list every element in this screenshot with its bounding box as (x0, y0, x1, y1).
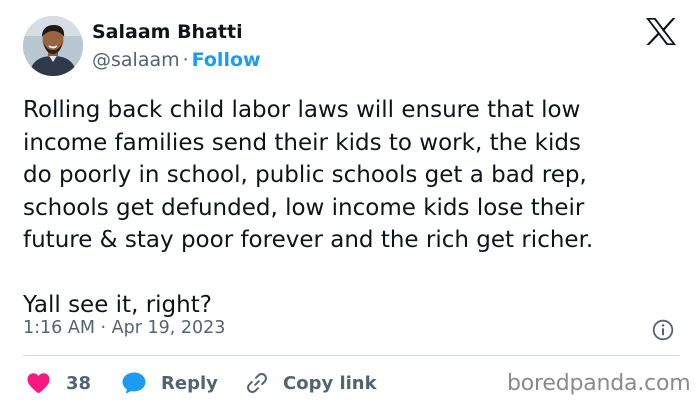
tweet-text-line: future & stay poor forever and the rich … (23, 227, 594, 253)
tweet-card: Salaam Bhatti @salaam · Follow Rolling bac… (0, 0, 700, 410)
watermark: boredpanda.com (507, 371, 691, 396)
like-count: 38 (66, 372, 92, 394)
x-logo-icon[interactable] (645, 17, 677, 46)
handle-separator: · (182, 49, 189, 71)
tweet-text-line: schools get defunded, low income kids lo… (23, 194, 585, 221)
like-button[interactable]: 38 (26, 369, 91, 397)
divider (23, 355, 680, 356)
tweet-text-line: income families send their kids to work,… (23, 129, 581, 156)
heart-icon (26, 372, 51, 394)
copy-link-button[interactable]: Copy link (245, 369, 377, 397)
tweet-text-closing-line: Yall see it, right? (23, 292, 212, 318)
author-handle-row: @salaam · Follow (92, 49, 261, 71)
reply-label: Reply (161, 372, 218, 394)
reply-button[interactable]: Reply (121, 369, 218, 397)
tweet-text-line: Rolling back child labor laws will ensur… (23, 97, 581, 123)
author-name[interactable]: Salaam Bhatti (92, 21, 243, 43)
speech-bubble-icon (121, 371, 147, 395)
tweet-text-line: do poorly in school, public schools get … (23, 162, 587, 188)
follow-button[interactable]: Follow (192, 49, 261, 71)
tweet-text: Rolling back child labor laws will ensur… (23, 94, 683, 322)
copy-link-label: Copy link (283, 372, 377, 394)
author-handle[interactable]: @salaam (92, 49, 180, 71)
avatar[interactable] (23, 16, 83, 76)
link-icon (245, 371, 269, 395)
tweet-timestamp[interactable]: 1:16 AM · Apr 19, 2023 (23, 318, 225, 338)
info-icon[interactable] (652, 319, 674, 341)
